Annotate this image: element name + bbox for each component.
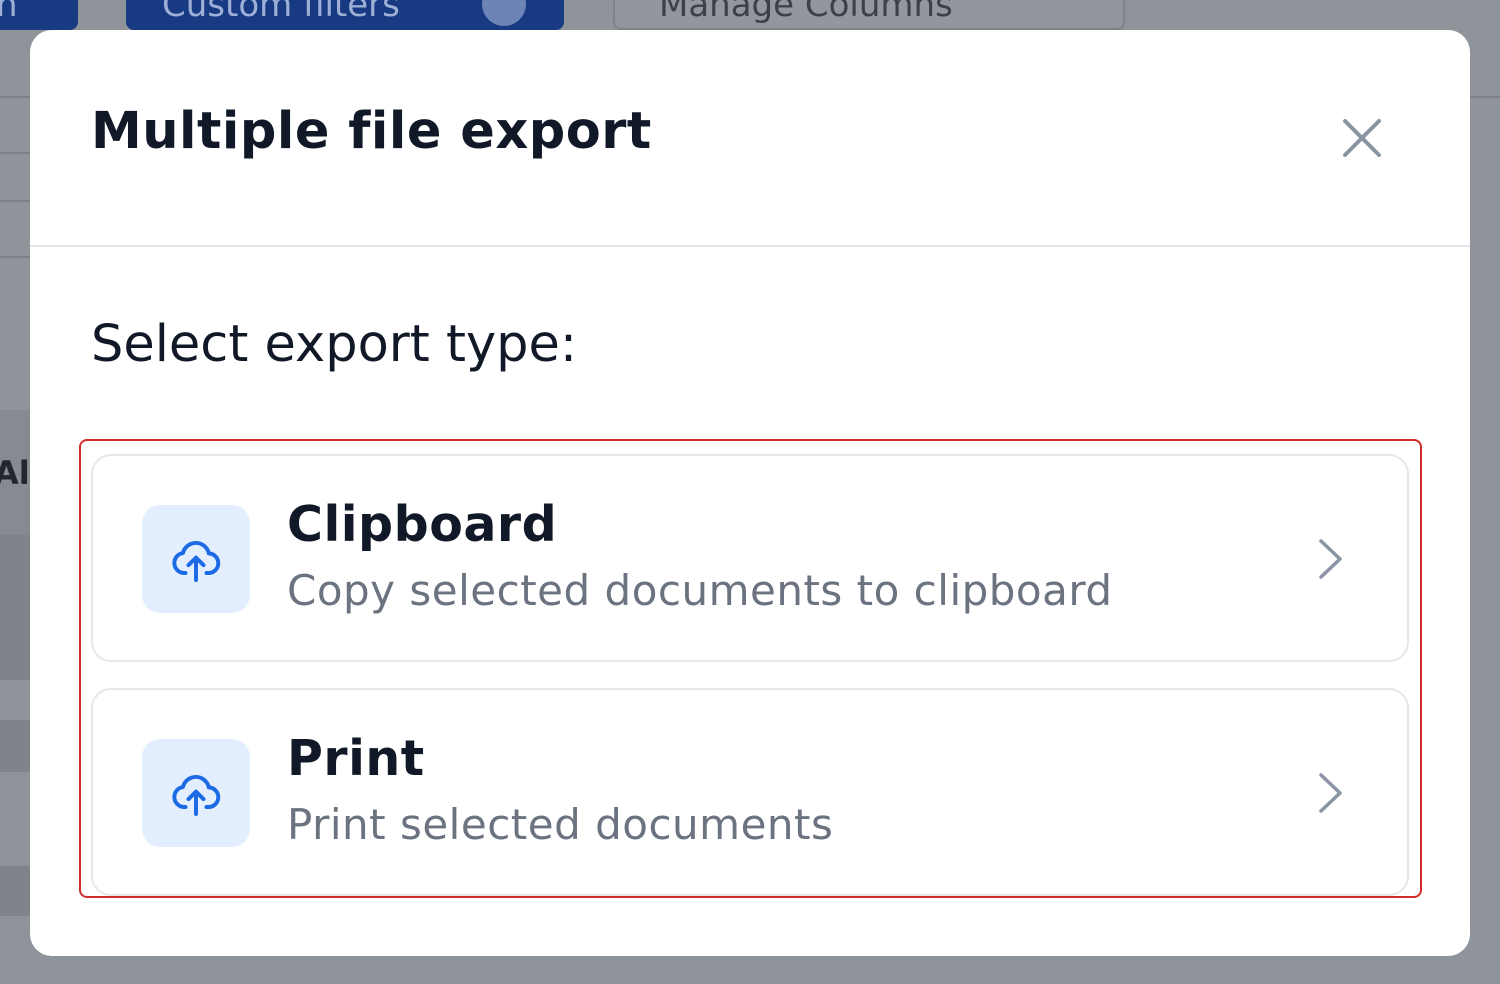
- modal-header-divider: [30, 245, 1470, 247]
- clipboard-option[interactable]: Clipboard Copy selected documents to cli…: [91, 454, 1409, 662]
- chevron-right-icon: [1311, 534, 1351, 584]
- print-option-description: Print selected documents: [287, 800, 834, 849]
- background-divider: [0, 96, 30, 98]
- export-type-label: Select export type:: [91, 315, 578, 374]
- background-button-label: n: [0, 0, 18, 25]
- manage-columns-label: Manage Columns: [659, 0, 953, 25]
- close-icon[interactable]: [1342, 118, 1382, 158]
- background-divider: [0, 152, 30, 154]
- custom-filters-label: Custom filters: [162, 0, 400, 25]
- option-icon-tile: [142, 505, 250, 613]
- custom-filters-button: Custom filters: [126, 0, 564, 30]
- background-divider: [0, 256, 30, 258]
- clipboard-option-description: Copy selected documents to clipboard: [287, 566, 1113, 615]
- export-modal: Multiple file export Select export type:…: [30, 30, 1470, 956]
- background-table-row: [0, 720, 30, 772]
- cloud-upload-icon: [172, 774, 221, 816]
- cloud-upload-icon: [172, 540, 221, 582]
- chevron-right-icon: [1311, 768, 1351, 818]
- modal-title: Multiple file export: [91, 102, 652, 161]
- background-divider: [1470, 96, 1500, 98]
- print-option[interactable]: Print Print selected documents: [91, 688, 1409, 896]
- filter-count-badge: [482, 0, 526, 26]
- close-button[interactable]: [1336, 112, 1388, 164]
- print-option-title: Print: [287, 730, 425, 787]
- background-table-header: Al: [0, 454, 30, 492]
- background-table-row: [0, 866, 30, 916]
- option-icon-tile: [142, 739, 250, 847]
- background-divider: [0, 200, 30, 202]
- manage-columns-button: Manage Columns: [613, 0, 1125, 30]
- background-button: n: [0, 0, 78, 30]
- clipboard-option-title: Clipboard: [287, 496, 558, 553]
- background-table-row: [0, 535, 30, 680]
